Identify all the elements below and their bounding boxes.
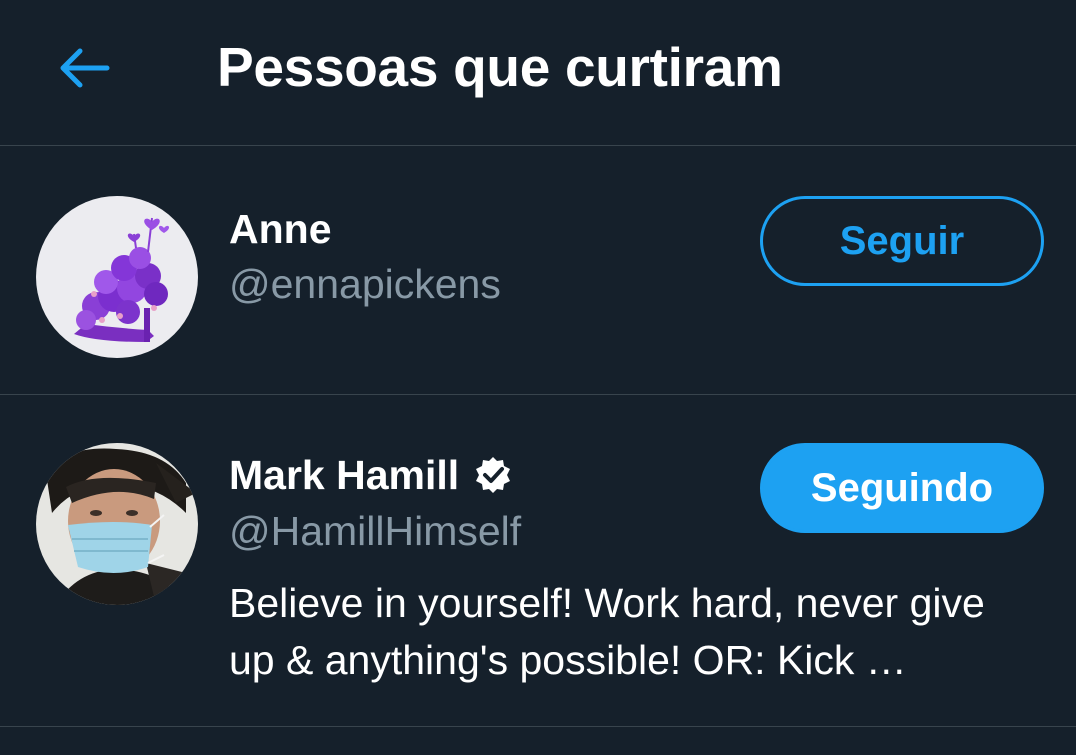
user-handle: @ennapickens [229, 261, 501, 307]
display-name: Mark Hamill [229, 451, 513, 499]
user-bio: Believe in yourself! Work hard, never gi… [229, 580, 985, 683]
user-handle: @HamillHimself [229, 508, 522, 554]
user-list-item[interactable]: Mark Hamill @HamillHimself Seguindo Beli… [0, 395, 1076, 727]
back-button[interactable] [46, 30, 122, 106]
display-name: Anne [229, 205, 332, 253]
display-name-text: Mark Hamill [229, 452, 460, 498]
verified-badge-icon [473, 455, 513, 495]
following-button[interactable]: Seguindo [760, 443, 1044, 533]
display-name-text: Anne [229, 206, 332, 252]
avatar[interactable] [36, 443, 198, 605]
top-app-bar: Pessoas que curtiram [0, 0, 1076, 146]
user-list-item[interactable]: Anne @ennapickens Seguir [0, 147, 1076, 395]
page-title: Pessoas que curtiram [217, 36, 783, 98]
follow-button[interactable]: Seguir [760, 196, 1044, 286]
avatar[interactable] [36, 196, 198, 358]
arrow-left-icon [60, 48, 110, 88]
